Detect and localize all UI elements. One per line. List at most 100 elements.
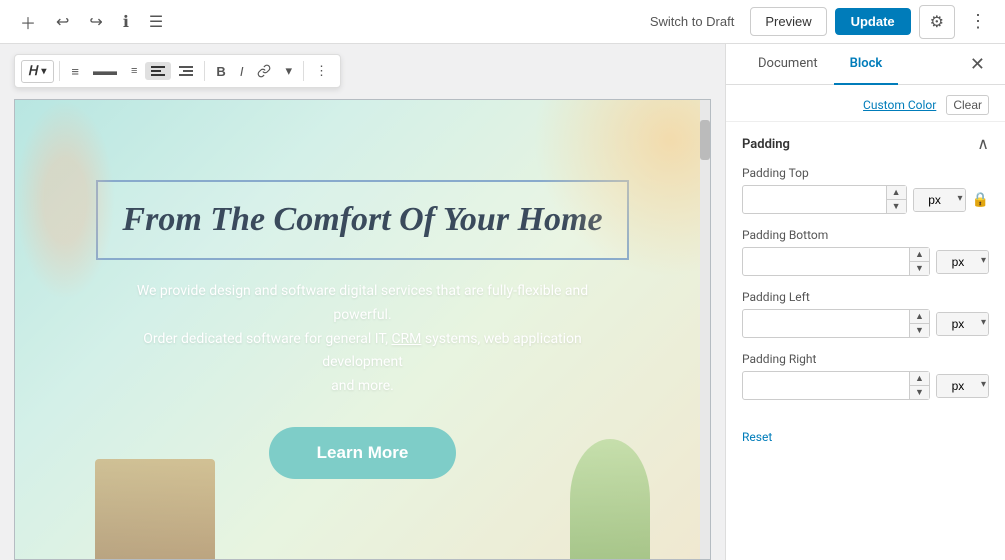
bg-books-decoration: [95, 459, 215, 559]
padding-top-spin-down[interactable]: ▼: [887, 200, 906, 213]
padding-bottom-field: Padding Bottom ▲ ▼ px%emrem ▾: [742, 228, 989, 276]
description-line2: Order dedicated software for general IT,…: [143, 331, 582, 371]
add-block-button[interactable]: ＋: [12, 4, 44, 40]
main-area: 𝐻 ▾ ≡ ▬▬ ≡: [0, 44, 1005, 560]
reset-link[interactable]: Reset: [726, 426, 1005, 448]
sidebar-tabs: Document Block ✕: [726, 44, 1005, 85]
tab-document[interactable]: Document: [742, 44, 834, 85]
padding-left-unit-chevron: ▾: [979, 313, 988, 335]
padding-left-field: Padding Left ▲ ▼ px%emrem ▾: [742, 290, 989, 338]
padding-bottom-spin-up[interactable]: ▲: [910, 248, 929, 262]
padding-section-toggle[interactable]: ∧: [977, 134, 989, 154]
padding-right-spinners: ▲ ▼: [910, 371, 930, 400]
bg-lamp-decoration: [510, 100, 710, 300]
padding-left-input-wrap: ▲ ▼: [742, 309, 930, 338]
padding-right-input[interactable]: [742, 371, 910, 400]
toolbar-separator-3: [303, 61, 304, 81]
italic-button[interactable]: I: [234, 60, 250, 83]
top-bar: ＋ ↩ ↪ ℹ ☰ Switch to Draft Preview Update…: [0, 0, 1005, 44]
padding-left-spin-down[interactable]: ▼: [910, 324, 929, 337]
padding-section-title: Padding: [742, 137, 790, 152]
padding-top-unit-chevron: ▾: [956, 189, 965, 211]
align-center-button[interactable]: ▬▬: [87, 60, 123, 82]
bold-button[interactable]: B: [210, 60, 231, 83]
padding-left-spin-up[interactable]: ▲: [910, 310, 929, 324]
sidebar-close-button[interactable]: ✕: [966, 50, 989, 79]
padding-left-row: ▲ ▼ px%emrem ▾: [742, 309, 989, 338]
undo-button[interactable]: ↩: [48, 6, 77, 38]
padding-left-spinners: ▲ ▼: [910, 309, 930, 338]
padding-top-label: Padding Top: [742, 166, 989, 180]
hero-section: From The Comfort Of Your Home We provide…: [15, 100, 710, 559]
padding-right-input-wrap: ▲ ▼: [742, 371, 930, 400]
heading-icon: 𝐻: [29, 64, 38, 79]
top-bar-right: Switch to Draft Preview Update ⚙ ⋮: [642, 5, 993, 39]
clear-button[interactable]: Clear: [946, 95, 989, 115]
padding-top-spin-up[interactable]: ▲: [887, 186, 906, 200]
tab-block[interactable]: Block: [834, 44, 899, 85]
heading-chevron: ▾: [41, 66, 46, 77]
block-toolbar: 𝐻 ▾ ≡ ▬▬ ≡: [14, 54, 341, 88]
custom-color-link[interactable]: Custom Color: [863, 98, 936, 112]
link-button[interactable]: [251, 60, 277, 82]
padding-right-spin-up[interactable]: ▲: [910, 372, 929, 386]
padding-left-label: Padding Left: [742, 290, 989, 304]
heading-type-selector[interactable]: 𝐻 ▾: [21, 60, 54, 83]
more-options-button[interactable]: ⋮: [963, 5, 993, 38]
padding-left-unit-wrap: px%emrem ▾: [936, 312, 989, 336]
align-right-button[interactable]: [173, 62, 199, 80]
padding-right-spin-down[interactable]: ▼: [910, 386, 929, 399]
padding-top-row: ▲ ▼ px%emrem ▾ 🔒: [742, 185, 989, 214]
align-left-button[interactable]: ≡: [65, 60, 85, 83]
padding-right-unit-select[interactable]: px%emrem: [937, 375, 979, 397]
toolbar-separator-2: [204, 61, 205, 81]
padding-bottom-unit-select[interactable]: px%emrem: [937, 251, 979, 273]
padding-bottom-row: ▲ ▼ px%emrem ▾: [742, 247, 989, 276]
crm-link: CRM: [391, 331, 421, 347]
learn-more-button[interactable]: Learn More: [269, 427, 457, 479]
right-sidebar: Document Block ✕ Custom Color Clear Padd…: [725, 44, 1005, 560]
info-button[interactable]: ℹ: [115, 6, 137, 38]
bg-plant-decoration: [570, 439, 650, 559]
padding-right-field: Padding Right ▲ ▼ px%emrem ▾: [742, 352, 989, 400]
scroll-handle[interactable]: [700, 100, 710, 559]
padding-left-input[interactable]: [742, 309, 910, 338]
padding-bottom-input-wrap: ▲ ▼: [742, 247, 930, 276]
padding-right-label: Padding Right: [742, 352, 989, 366]
editor-area: 𝐻 ▾ ≡ ▬▬ ≡: [0, 44, 725, 560]
align-justify-button[interactable]: ≡: [125, 61, 143, 81]
padding-top-spinners: ▲ ▼: [887, 185, 907, 214]
padding-lock-icon[interactable]: 🔒: [972, 192, 989, 208]
text-style-dropdown[interactable]: ▾: [279, 59, 298, 83]
switch-to-draft-button[interactable]: Switch to Draft: [642, 8, 743, 35]
padding-bottom-label: Padding Bottom: [742, 228, 989, 242]
description-line3: and more.: [331, 378, 394, 394]
padding-top-unit-wrap: px%emrem ▾: [913, 188, 966, 212]
color-row: Custom Color Clear: [726, 85, 1005, 122]
padding-right-unit-chevron: ▾: [979, 375, 988, 397]
padding-left-unit-select[interactable]: px%emrem: [937, 313, 979, 335]
padding-bottom-spinners: ▲ ▼: [910, 247, 930, 276]
padding-bottom-unit-chevron: ▾: [979, 251, 988, 273]
padding-section-header: Padding ∧: [742, 134, 989, 154]
settings-button[interactable]: ⚙: [919, 5, 955, 39]
padding-top-unit-select[interactable]: px%emrem: [914, 189, 956, 211]
redo-button[interactable]: ↪: [81, 6, 110, 38]
padding-top-input-wrap: ▲ ▼: [742, 185, 907, 214]
padding-section: Padding ∧ Padding Top ▲ ▼: [726, 122, 1005, 426]
padding-top-field: Padding Top ▲ ▼ px%emrem ▾: [742, 166, 989, 214]
padding-right-row: ▲ ▼ px%emrem ▾: [742, 371, 989, 400]
padding-bottom-unit-wrap: px%emrem ▾: [936, 250, 989, 274]
padding-bottom-input[interactable]: [742, 247, 910, 276]
more-block-options-button[interactable]: ⋮: [309, 59, 334, 83]
top-bar-left: ＋ ↩ ↪ ℹ ☰: [12, 4, 171, 40]
block-list-button[interactable]: ☰: [141, 6, 171, 38]
update-button[interactable]: Update: [835, 8, 911, 35]
bg-person-decoration: [15, 100, 115, 300]
scroll-thumb[interactable]: [700, 120, 710, 160]
preview-button[interactable]: Preview: [750, 7, 826, 36]
hero-content-block: From The Comfort Of Your Home We provide…: [14, 99, 711, 560]
padding-top-input[interactable]: [742, 185, 887, 214]
padding-bottom-spin-down[interactable]: ▼: [910, 262, 929, 275]
align-wide-button[interactable]: [145, 62, 171, 80]
